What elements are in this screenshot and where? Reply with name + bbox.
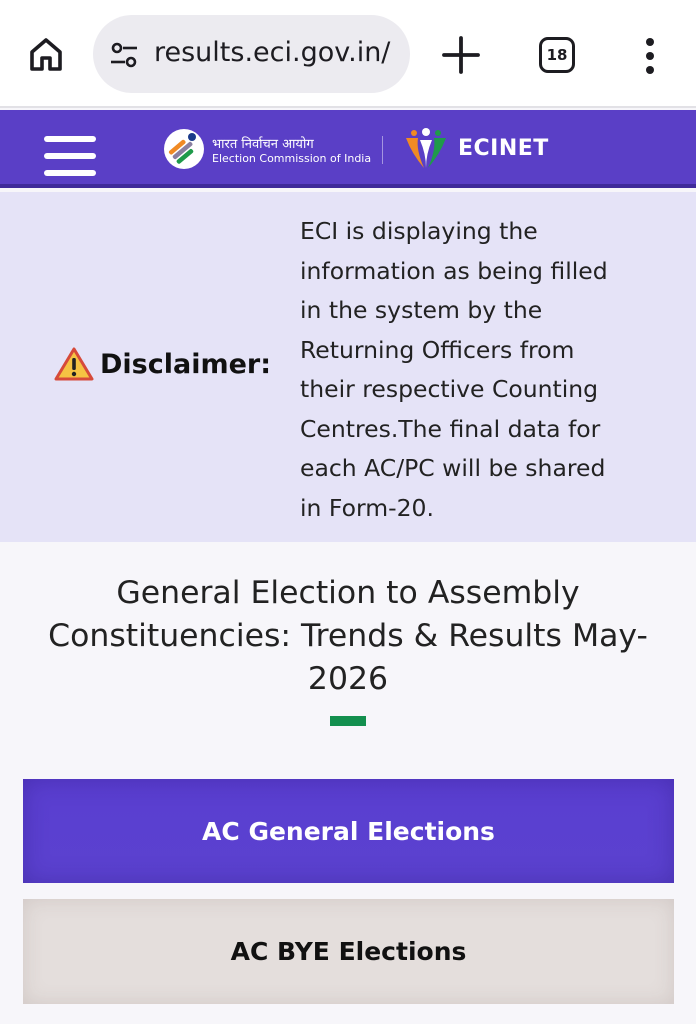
ac-general-elections-label: AC General Elections (202, 816, 495, 846)
page-title-line: General Election to Assembly (116, 575, 580, 611)
ecinet-logo (406, 128, 446, 168)
ac-general-elections-button[interactable]: AC General Elections (23, 779, 674, 883)
disclaimer-line: Returning Officers from (300, 335, 575, 364)
home-icon (30, 38, 62, 71)
eci-logo (164, 129, 204, 169)
warning-icon (54, 347, 94, 381)
plus-icon[interactable] (440, 34, 482, 76)
home-button[interactable] (24, 32, 68, 76)
ecinet-brand: ECINET (458, 136, 549, 161)
disclaimer-line: each AC/PC will be shared (300, 454, 606, 482)
more-vert-icon[interactable] (638, 36, 662, 76)
disclaimer-line: Centres.The final data for (300, 414, 601, 443)
disclaimer-line: in the system by the (300, 296, 543, 324)
url-text[interactable]: results.eci.gov.in/ (154, 37, 390, 68)
site-header: भारत निर्वाचन आयोग Election Commission o… (0, 110, 696, 188)
disclaimer-line: their respective Counting (300, 375, 599, 403)
disclaimer-line: information as being filled (300, 256, 608, 285)
disclaimer-line: in Form-20. (300, 493, 434, 522)
disclaimer-line: ECI is displaying the (300, 217, 538, 245)
eci-name-hindi: भारत निर्वाचन आयोग (212, 137, 314, 152)
page-title-line: Constituencies: Trends & Results May- (48, 618, 648, 654)
ac-bye-elections-label: AC BYE Elections (230, 937, 467, 966)
page-title: General Election to Assembly Constituenc… (0, 572, 696, 701)
hamburger-menu-icon[interactable] (44, 136, 96, 176)
tab-count: 18 (546, 46, 568, 64)
title-accent-bar (330, 716, 366, 726)
eci-name-english: Election Commission of India (212, 152, 372, 165)
address-bar[interactable]: results.eci.gov.in/ (93, 15, 410, 93)
header-divider (382, 136, 383, 164)
disclaimer-title: Disclaimer: (100, 348, 272, 380)
tab-switcher-button[interactable]: 18 (539, 37, 575, 73)
page-title-line: 2026 (307, 661, 389, 697)
ac-bye-elections-button[interactable]: AC BYE Elections (23, 899, 674, 1004)
disclaimer-label: Disclaimer: (54, 346, 271, 382)
browser-toolbar: results.eci.gov.in/ 18 (0, 0, 696, 108)
tune-icon[interactable] (109, 40, 139, 70)
disclaimer-text: ECI is displaying the information as bei… (300, 212, 680, 528)
